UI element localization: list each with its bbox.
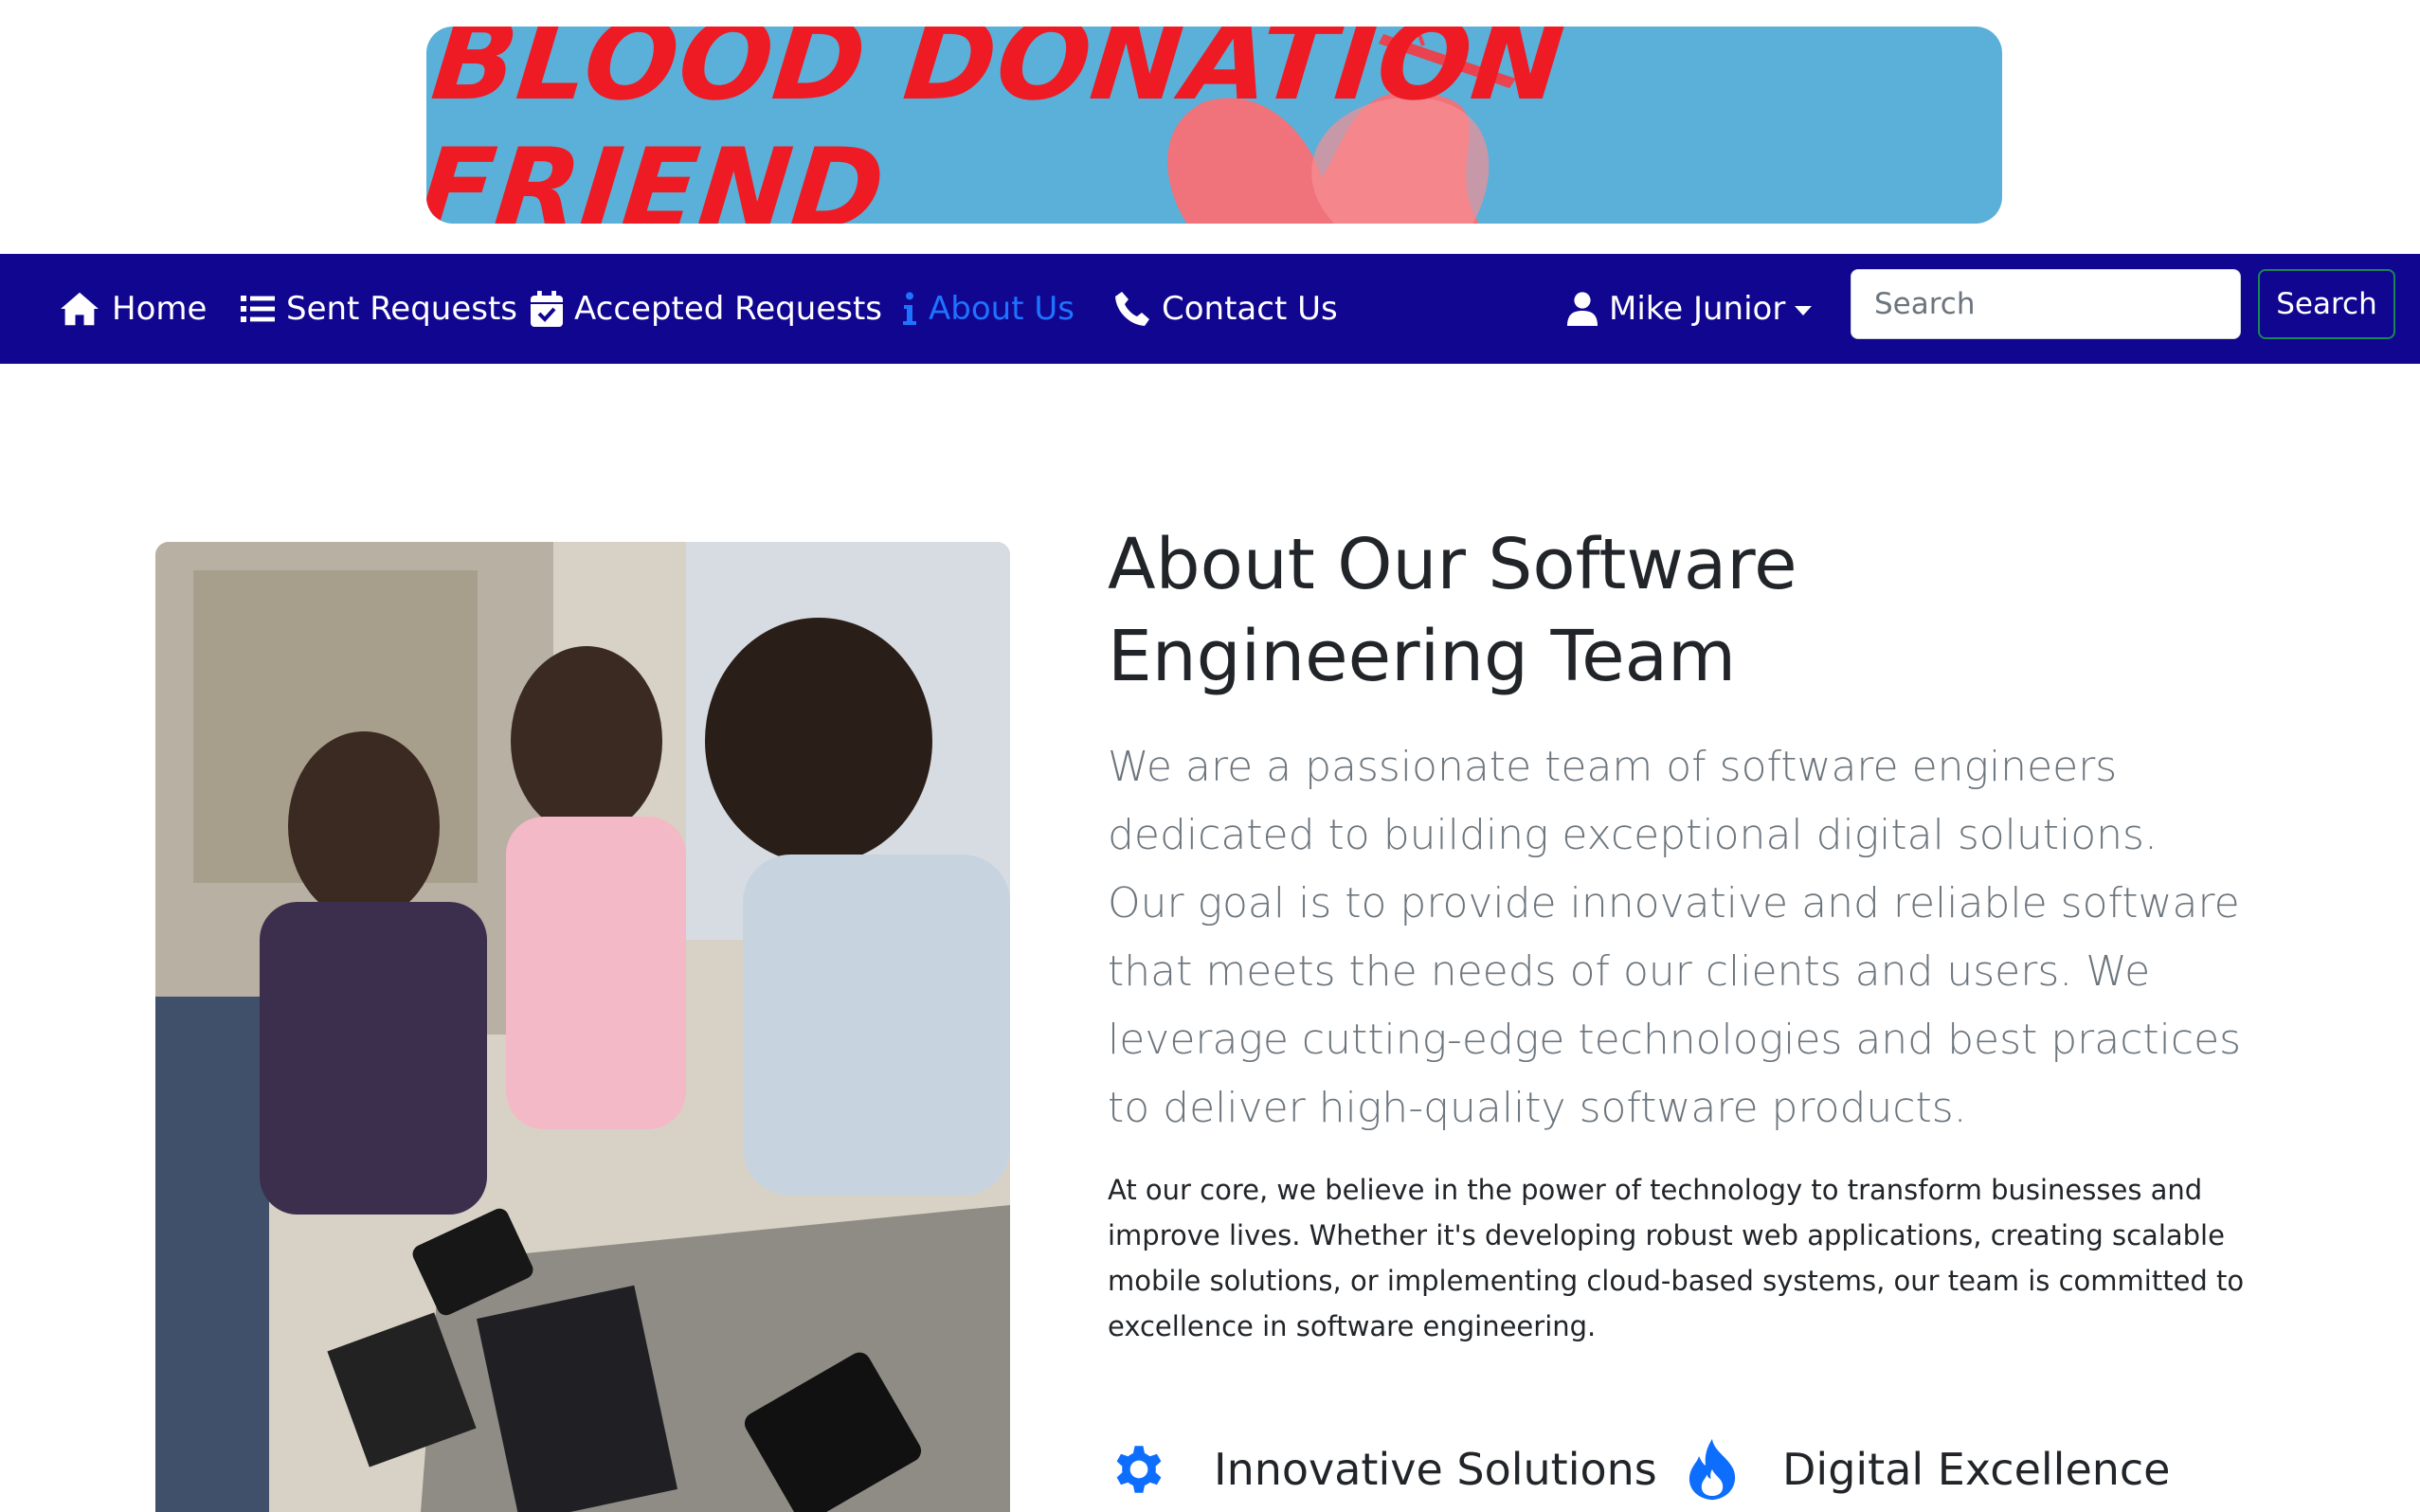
user-icon — [1567, 292, 1598, 326]
search-input[interactable] — [1851, 269, 2241, 339]
info-icon — [903, 292, 916, 325]
nav-sent-requests[interactable]: Sent Requests — [241, 254, 517, 364]
feature-label: Digital Excellence — [1782, 1444, 2171, 1495]
calendar-check-icon — [531, 291, 563, 327]
nav-sent-requests-label: Sent Requests — [286, 290, 518, 328]
phone-icon — [1115, 292, 1149, 326]
feature-label: Innovative Solutions — [1214, 1444, 1657, 1495]
gear-icon — [1116, 1446, 1162, 1493]
feature-digital-excellence: Digital Excellence — [1686, 1436, 2171, 1503]
nav-home-label: Home — [112, 290, 208, 328]
search-button[interactable]: Search — [2258, 269, 2395, 339]
lead-paragraph: We are a passionate team of software eng… — [1108, 743, 2242, 1132]
site-banner[interactable]: BLOOD DONATION FRIEND — [426, 27, 2002, 224]
list-icon — [241, 296, 275, 322]
user-menu-dropdown[interactable]: Mike Junior — [1567, 254, 1813, 364]
nav-contact-us-label: Contact Us — [1162, 290, 1338, 328]
nav-accepted-requests[interactable]: Accepted Requests — [531, 254, 882, 364]
nav-contact-us[interactable]: Contact Us — [1114, 254, 1338, 364]
user-name: Mike Junior — [1609, 290, 1786, 328]
feature-innovative-solutions: Innovative Solutions — [1108, 1436, 1657, 1503]
home-icon — [61, 292, 99, 326]
nav-about-us[interactable]: About Us — [902, 254, 1075, 364]
fire-icon — [1689, 1438, 1736, 1501]
banner-title: BLOOD DONATION FRIEND — [426, 27, 1572, 224]
page-title: About Our Software Engineering Team — [1108, 524, 1797, 697]
body-paragraph: At our core, we believe in the power of … — [1108, 1174, 2245, 1342]
nav-home[interactable]: Home — [59, 254, 207, 364]
chevron-down-icon — [1795, 306, 1813, 315]
nav-accepted-requests-label: Accepted Requests — [574, 290, 883, 328]
nav-about-us-label: About Us — [929, 290, 1075, 328]
team-photo — [155, 542, 1010, 1512]
